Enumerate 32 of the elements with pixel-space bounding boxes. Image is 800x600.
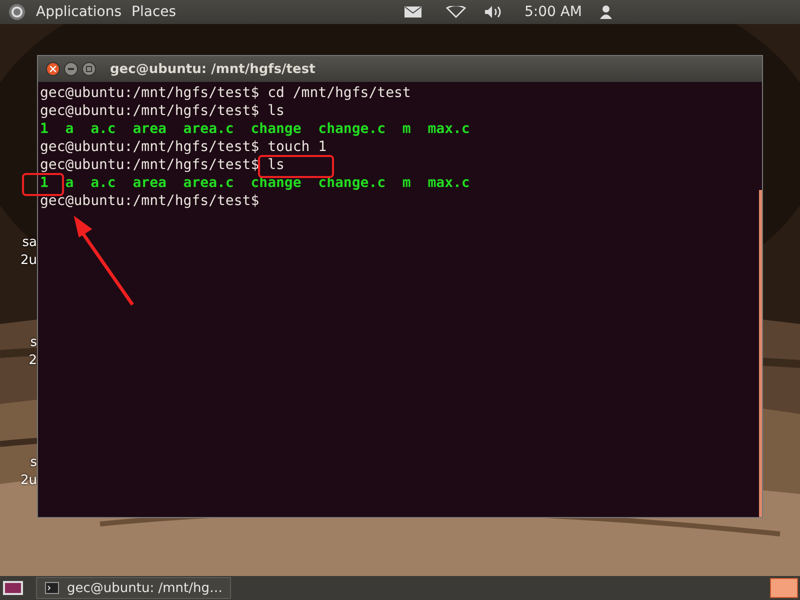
- command-line: gec@ubuntu:/mnt/hgfs/test$: [40, 192, 260, 210]
- taskbar-item[interactable]: gec@ubuntu: /mnt/hg…: [36, 577, 232, 599]
- desktop-icon-label: sa: [21, 234, 37, 252]
- clock[interactable]: 5:00 AM: [524, 4, 582, 20]
- desktop-icon-label: s: [29, 334, 37, 352]
- close-button[interactable]: [46, 62, 60, 76]
- desktop-icon-label: 2: [28, 352, 37, 370]
- window-title: gec@ubuntu: /mnt/hgfs/test: [110, 62, 316, 76]
- close-icon: [50, 66, 56, 72]
- highlight-box: [22, 173, 64, 196]
- desktop-icon-label: 2u: [20, 472, 37, 490]
- desktop-icon-label: 2u: [20, 252, 37, 270]
- command-output: 1 a a.c area area.c change change.c m max.c: [40, 120, 470, 138]
- command-line: gec@ubuntu:/mnt/hgfs/test$ ls: [40, 102, 284, 120]
- command-line: gec@ubuntu:/mnt/hgfs/test$ touch 1: [40, 138, 327, 156]
- terminal-icon: [45, 582, 59, 594]
- desktop-icon[interactable]: [2, 580, 24, 596]
- maximize-icon: [86, 66, 92, 72]
- wifi-icon[interactable]: [446, 6, 466, 18]
- scrollbar[interactable]: [759, 190, 762, 517]
- minimize-icon: [68, 68, 74, 70]
- command-line: gec@ubuntu:/mnt/hgfs/test$ cd /mnt/hgfs/test: [40, 84, 411, 102]
- mail-icon[interactable]: [404, 6, 422, 18]
- menu-item[interactable]: Places: [132, 4, 176, 20]
- maximize-button[interactable]: [82, 62, 96, 76]
- menu-item[interactable]: Applications: [36, 4, 122, 20]
- minimize-button[interactable]: [64, 62, 78, 76]
- command-output: 1 a a.c area area.c change change.c m max.c: [40, 174, 470, 192]
- command-line: gec@ubuntu:/mnt/hgfs/test$ ls: [40, 156, 284, 174]
- desktop-icon-label: s: [29, 454, 37, 472]
- logo-icon[interactable]: [8, 3, 26, 21]
- user-icon[interactable]: [600, 5, 612, 19]
